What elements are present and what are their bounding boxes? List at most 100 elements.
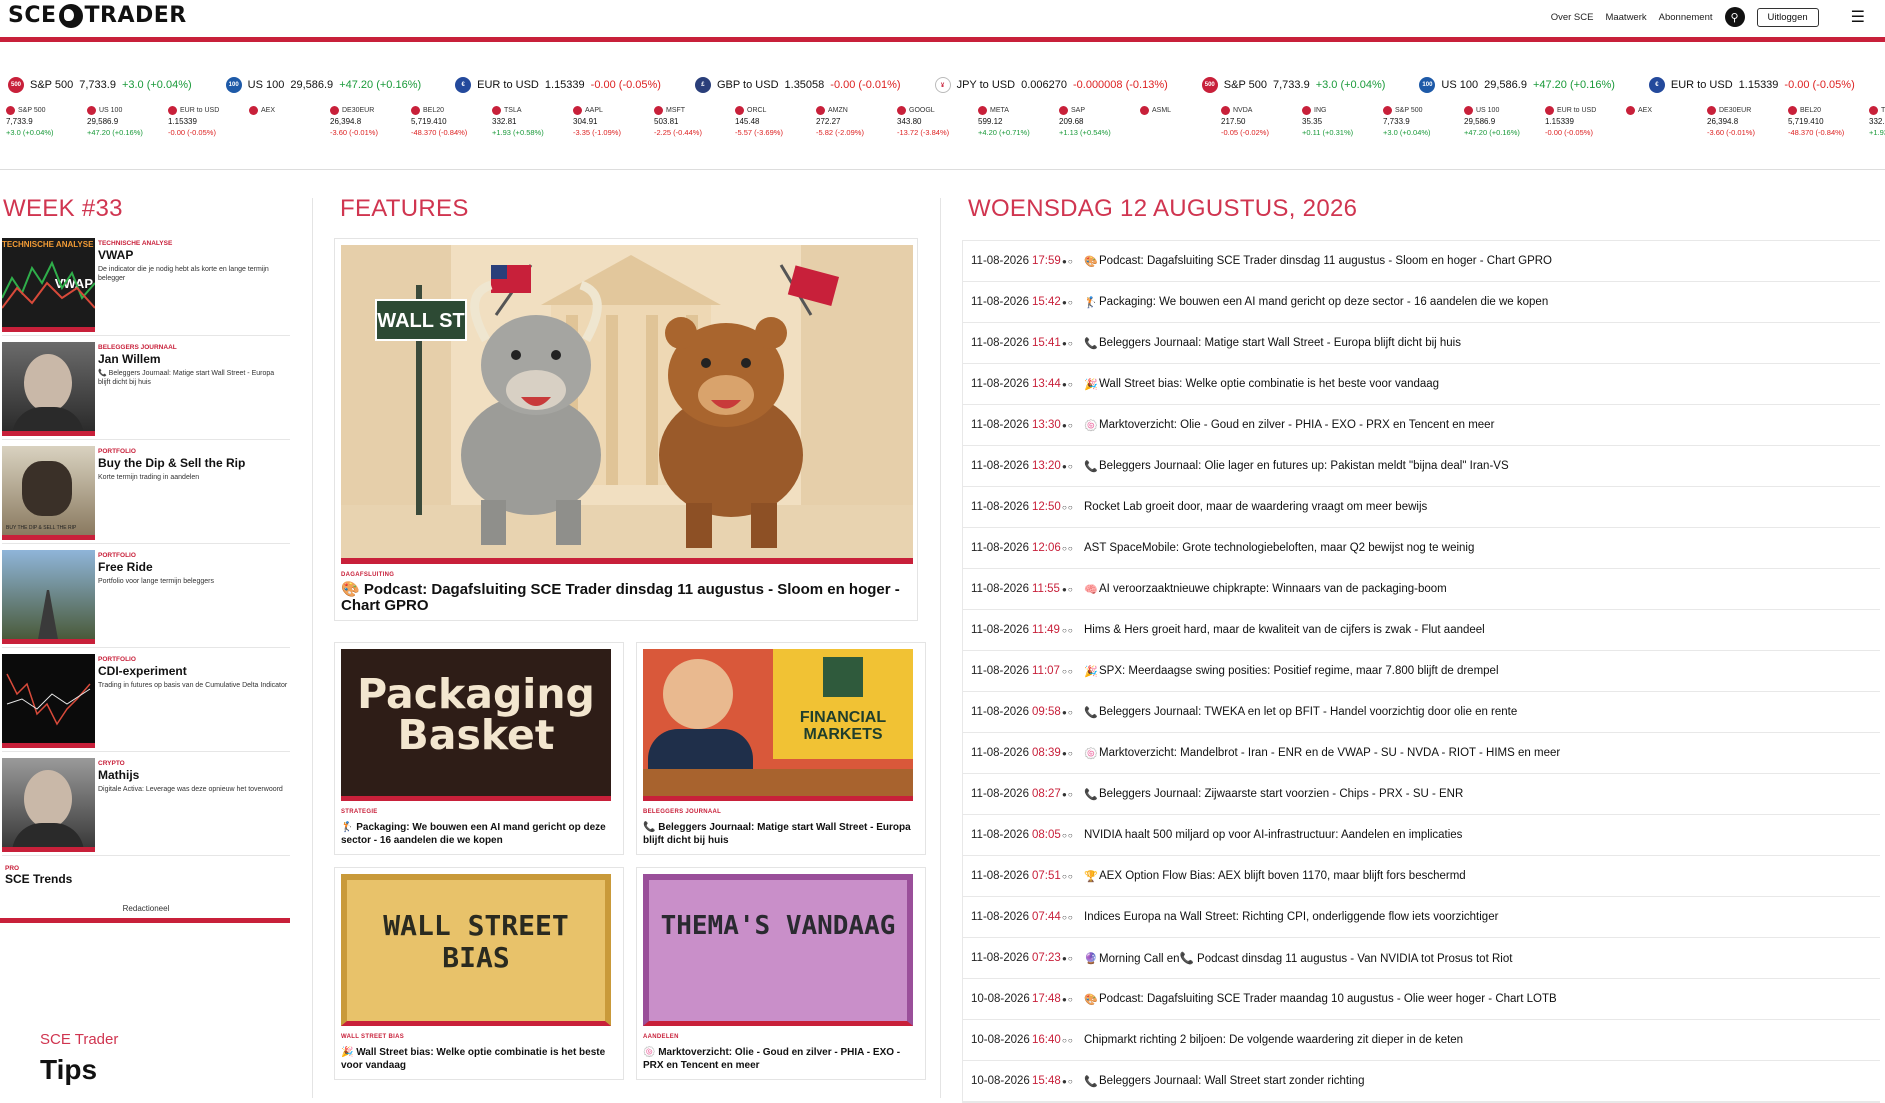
feature-card-title[interactable]: 📞 Beleggers Journaal: Matige start Wall … <box>643 821 919 847</box>
mini-ticker-item[interactable]: US 100 29,586.9 +47.20 (+0.16%) <box>85 105 166 138</box>
nav-over-sce[interactable]: Over SCE <box>1551 12 1594 23</box>
mini-ticker-item[interactable]: DE30EUR 26,394.8 -3.60 (-0.01%) <box>328 105 409 138</box>
week-item[interactable]: TECHNISCHE ANALYSE VWAP TECHNISCHE ANALYSE… <box>2 232 290 336</box>
news-row[interactable]: 11-08-2026 07:23 ●○ 🔮 Morning Call en📞 Podca… <box>963 938 1880 979</box>
news-row[interactable]: 11-08-2026 11:49 ○○ Hims & Hers groeit hard… <box>963 610 1880 651</box>
feature-card-title[interactable]: 🏌 Packaging: We bouwen een AI mand geric… <box>341 821 617 847</box>
news-title[interactable]: Rocket Lab groeit door, maar de waarderi… <box>1084 501 1427 513</box>
week-item[interactable]: BELEGGERS JOURNAAL Jan Willem 📞 Beleggers … <box>2 336 290 440</box>
mini-ticker-item[interactable]: TSL 332.81 +1.93 (+0.58%) <box>1867 105 1885 138</box>
feature-card-journaal[interactable]: FINANCIAL MARKETS BELEGGERS JOURNAAL 📞 B… <box>636 642 926 855</box>
mini-ticker-item[interactable]: ING 35.35 +0.11 (+0.31%) <box>1300 105 1381 138</box>
ticker-item[interactable]: £ GBP to USD 1.35058 -0.00 (-0.01%) <box>694 77 901 93</box>
feature-card-title[interactable]: 🍥 Marktoverzicht: Olie - Goud en zilver … <box>643 1046 919 1072</box>
ticker-item[interactable]: € EUR to USD 1.15339 -0.00 (-0.05%) <box>1648 77 1855 93</box>
feature-main-title[interactable]: 🎨 Podcast: Dagafsluiting SCE Trader dins… <box>341 582 911 614</box>
week-title[interactable]: Buy the Dip & Sell the Rip <box>98 456 288 470</box>
news-row[interactable]: 11-08-2026 07:44 ○○ Indices Europa na Wall … <box>963 897 1880 938</box>
news-row[interactable]: 11-08-2026 15:41 ●○ 📞 Beleggers Journaal: Ma… <box>963 323 1880 364</box>
mini-ticker-item[interactable]: MSFT 503.81 -2.25 (-0.44%) <box>652 105 733 138</box>
week-title[interactable]: Free Ride <box>98 560 288 574</box>
week-thumbnail[interactable] <box>2 758 95 852</box>
news-title[interactable]: Marktoverzicht: Mandelbrot - Iran - ENR … <box>1099 747 1560 759</box>
news-row[interactable]: 11-08-2026 17:59 ●○ 🎨 Podcast: Dagafsluiting… <box>963 241 1880 282</box>
news-title[interactable]: Marktoverzicht: Olie - Goud en zilver - … <box>1099 419 1494 431</box>
news-row[interactable]: 10-08-2026 16:40 ○○ Chipmarkt richting 2 bi… <box>963 1020 1880 1061</box>
ticker-item[interactable]: 500 S&P 500 7,733.9 +3.0 (+0.04%) <box>8 77 192 93</box>
news-row[interactable]: 11-08-2026 11:55 ●○ 🧠 AI veroorzaaktnieuwe c… <box>963 569 1880 610</box>
mini-ticker-item[interactable]: AMZN 272.27 -5.82 (-2.09%) <box>814 105 895 138</box>
news-row[interactable]: 10-08-2026 15:48 ●○ 📞 Beleggers Journaal: Wa… <box>963 1061 1880 1102</box>
logo[interactable]: SCE TRADER <box>8 3 187 28</box>
news-title[interactable]: Beleggers Journaal: Olie lager en future… <box>1099 460 1509 472</box>
mini-ticker-item[interactable]: DE30EUR 26,394.8 -3.60 (-0.01%) <box>1705 105 1786 138</box>
week-thumbnail[interactable] <box>2 654 95 748</box>
news-row[interactable]: 11-08-2026 07:51 ○○ 🏆 AEX Option Flow Bias: … <box>963 856 1880 897</box>
mini-ticker-item[interactable]: BEL20 5,719.410 -48.370 (-0.84%) <box>1786 105 1867 138</box>
week-title[interactable]: Mathijs <box>98 768 288 782</box>
week-item[interactable]: PORTFOLIO Free Ride Portfolio voor lange t… <box>2 544 290 648</box>
week-item[interactable]: CRYPTO Mathijs Digitale Activa: Leverage w… <box>2 752 290 856</box>
mini-ticker-item[interactable]: ASML <box>1138 105 1219 138</box>
news-row[interactable]: 11-08-2026 13:44 ●○ 🎉 Wall Street bias: Welk… <box>963 364 1880 405</box>
ticker-item[interactable]: € EUR to USD 1.15339 -0.00 (-0.05%) <box>455 77 661 93</box>
ticker-item[interactable]: 500 S&P 500 7,733.9 +3.0 (+0.04%) <box>1201 77 1385 93</box>
news-title[interactable]: AST SpaceMobile: Grote technologiebeloft… <box>1084 542 1474 554</box>
news-title[interactable]: Packaging: We bouwen een AI mand gericht… <box>1099 296 1548 308</box>
week-thumbnail[interactable] <box>2 342 95 436</box>
mini-ticker-item[interactable]: AEX <box>1624 105 1705 138</box>
mini-ticker-item[interactable]: SAP 209.68 +1.13 (+0.54%) <box>1057 105 1138 138</box>
feature-card-wallstreet-bias[interactable]: WALL STREET BIAS WALL STREET BIAS 🎉 Wall… <box>334 867 624 1080</box>
week-item[interactable]: BUY THE DIP & SELL THE RIP PORTFOLIO Buy t… <box>2 440 290 544</box>
hamburger-menu-icon[interactable]: ☰ <box>1851 7 1865 27</box>
news-row[interactable]: 10-08-2026 17:48 ●○ 🎨 Podcast: Dagafsluiting… <box>963 979 1880 1020</box>
news-row[interactable]: 11-08-2026 08:39 ●○ 🍥 Marktoverzicht: Mandel… <box>963 733 1880 774</box>
logout-button[interactable]: Uitloggen <box>1756 7 1819 27</box>
news-row[interactable]: 11-08-2026 11:07 ○○ 🎉 SPX: Meerdaagse swing … <box>963 651 1880 692</box>
ticker-item[interactable]: ¥ JPY to USD 0.006270 -0.000008 (-0.13%) <box>934 77 1168 93</box>
news-title[interactable]: AEX Option Flow Bias: AEX blijft boven 1… <box>1099 870 1466 882</box>
feature-card-title[interactable]: 🎉 Wall Street bias: Welke optie combinat… <box>341 1046 617 1072</box>
mini-ticker-item[interactable]: META 599.12 +4.20 (+0.71%) <box>976 105 1057 138</box>
nav-maatwerk[interactable]: Maatwerk <box>1605 12 1646 23</box>
news-title[interactable]: Chipmarkt richting 2 biljoen: De volgend… <box>1084 1034 1463 1046</box>
news-row[interactable]: 11-08-2026 13:30 ●○ 🍥 Marktoverzicht: Olie -… <box>963 405 1880 446</box>
mini-ticker-item[interactable]: GOOGL 343.80 -13.72 (-3.84%) <box>895 105 976 138</box>
ticker-item[interactable]: 100 US 100 29,586.9 +47.20 (+0.16%) <box>1419 77 1615 93</box>
news-row[interactable]: 11-08-2026 08:27 ●○ 📞 Beleggers Journaal: Zi… <box>963 774 1880 815</box>
mini-ticker-item[interactable]: EUR to USD 1.15339 -0.00 (-0.05%) <box>166 105 247 138</box>
mini-ticker-item[interactable]: EUR to USD 1.15339 -0.00 (-0.05%) <box>1543 105 1624 138</box>
news-row[interactable]: 11-08-2026 15:42 ●○ 🏌 Packaging: We bouwen e… <box>963 282 1880 323</box>
week-title[interactable]: Jan Willem <box>98 352 288 366</box>
news-row[interactable]: 11-08-2026 12:50 ○○ Rocket Lab groeit door,… <box>963 487 1880 528</box>
week-item[interactable]: PORTFOLIO CDI-experiment Trading in future… <box>2 648 290 752</box>
mini-ticker-item[interactable]: NVDA 217.50 -0.05 (-0.02%) <box>1219 105 1300 138</box>
week-thumbnail[interactable]: BUY THE DIP & SELL THE RIP <box>2 446 95 540</box>
week-thumbnail[interactable]: TECHNISCHE ANALYSE VWAP <box>2 238 95 332</box>
mini-ticker-item[interactable]: ORCL 145.48 -5.57 (-3.69%) <box>733 105 814 138</box>
mini-ticker-item[interactable]: AEX <box>247 105 328 138</box>
pro-item[interactable]: PRO SCE Trends <box>5 865 292 886</box>
news-title[interactable]: Podcast: Dagafsluiting SCE Trader dinsda… <box>1099 255 1552 267</box>
ticker-item[interactable]: 100 US 100 29,586.9 +47.20 (+0.16%) <box>225 77 421 93</box>
news-title[interactable]: Podcast: Dagafsluiting SCE Trader maanda… <box>1099 993 1557 1005</box>
news-title[interactable]: Beleggers Journaal: TWEKA en let op BFIT… <box>1099 706 1517 718</box>
news-title[interactable]: Beleggers Journaal: Matige start Wall St… <box>1099 337 1461 349</box>
search-icon[interactable]: ⚲ <box>1724 7 1745 27</box>
mini-ticker-item[interactable]: TSLA 332.81 +1.93 (+0.58%) <box>490 105 571 138</box>
news-row[interactable]: 11-08-2026 08:05 ○○ NVIDIA haalt 500 miljar… <box>963 815 1880 856</box>
mini-ticker-item[interactable]: US 100 29,586.9 +47.20 (+0.16%) <box>1462 105 1543 138</box>
news-title[interactable]: Wall Street bias: Welke optie combinatie… <box>1099 378 1439 390</box>
news-row[interactable]: 11-08-2026 12:06 ○○ AST SpaceMobile: Grote … <box>963 528 1880 569</box>
week-title[interactable]: CDI-experiment <box>98 664 288 678</box>
news-title[interactable]: Beleggers Journaal: Wall Street start zo… <box>1099 1075 1364 1087</box>
news-title[interactable]: AI veroorzaaktnieuwe chipkrapte: Winnaar… <box>1099 583 1447 595</box>
mini-ticker-item[interactable]: AAPL 304.91 -3.35 (-1.09%) <box>571 105 652 138</box>
feature-main-card[interactable]: WALL ST DAGAFSLUITING 🎨 Podcast: Dagafsl… <box>334 238 918 621</box>
news-title[interactable]: Indices Europa na Wall Street: Richting … <box>1084 911 1498 923</box>
mini-ticker-item[interactable]: BEL20 5,719.410 -48.370 (-0.84%) <box>409 105 490 138</box>
mini-ticker-item[interactable]: S&P 500 7,733.9 +3.0 (+0.04%) <box>4 105 85 138</box>
news-row[interactable]: 11-08-2026 09:58 ●○ 📞 Beleggers Journaal: TW… <box>963 692 1880 733</box>
feature-card-themas[interactable]: THEMA'S VANDAAG AANDELEN 🍥 Marktoverzich… <box>636 867 926 1080</box>
feature-card-packaging[interactable]: Packaging Basket STRATEGIE 🏌 Packaging: … <box>334 642 624 855</box>
